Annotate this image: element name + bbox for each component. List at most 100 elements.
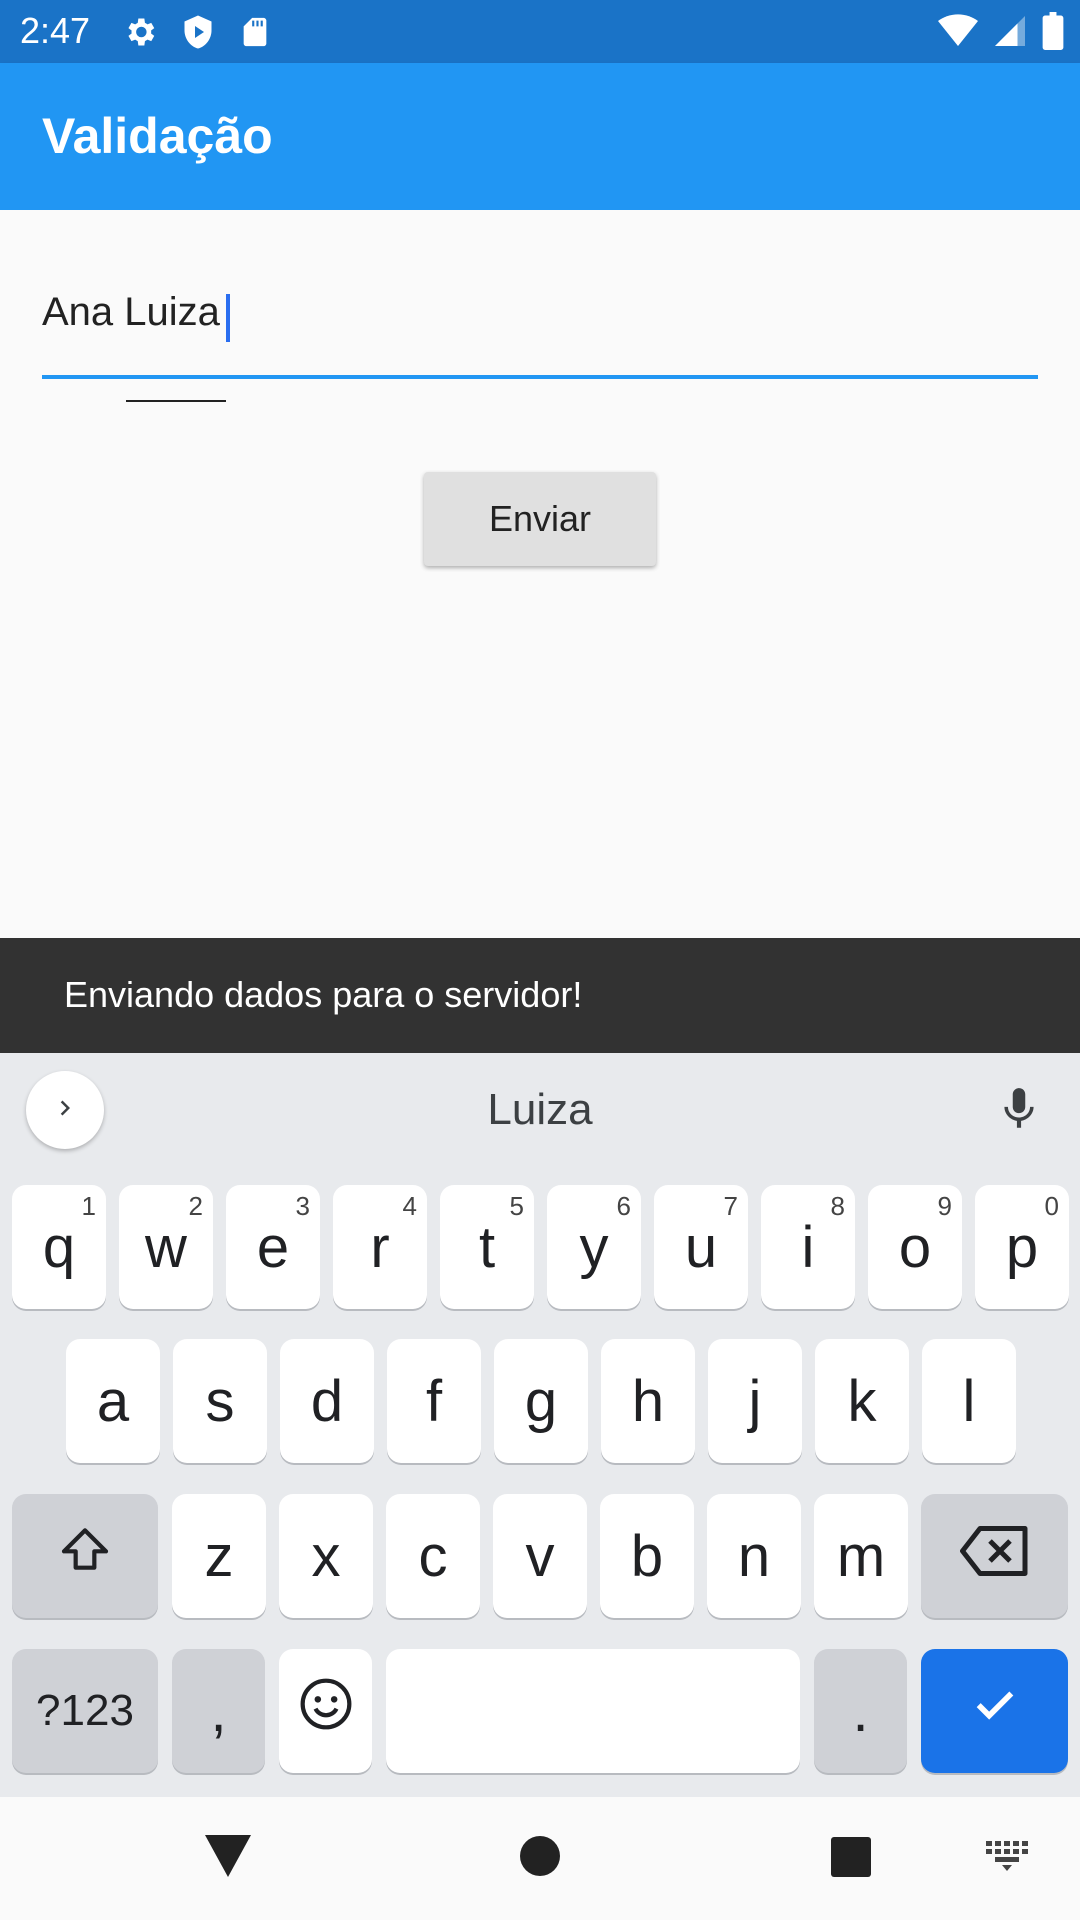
wifi-icon (938, 14, 978, 53)
period-key[interactable]: . (814, 1649, 907, 1773)
status-right-icons (938, 12, 1064, 55)
battery-icon (1042, 12, 1064, 55)
comma-key[interactable]: , (172, 1649, 265, 1773)
symbols-key[interactable]: ?123 (12, 1649, 158, 1773)
key-e-hint: 3 (295, 1191, 310, 1221)
key-d[interactable]: d (280, 1339, 374, 1463)
key-v[interactable]: v (493, 1494, 587, 1618)
key-w[interactable]: w2 (119, 1185, 213, 1309)
check-icon (967, 1676, 1023, 1746)
key-u-label: u (684, 1214, 718, 1280)
key-h-label: h (631, 1368, 665, 1434)
enter-key[interactable] (921, 1649, 1068, 1773)
chevron-right-icon (50, 1093, 80, 1128)
key-r[interactable]: r4 (333, 1185, 427, 1309)
key-q[interactable]: q1 (12, 1185, 106, 1309)
expand-toolbar-button[interactable] (26, 1071, 104, 1149)
key-w-hint: 2 (188, 1191, 203, 1221)
key-j[interactable]: j (708, 1339, 802, 1463)
key-h[interactable]: h (601, 1339, 695, 1463)
sd-card-icon (238, 14, 272, 55)
key-i-label: i (801, 1214, 815, 1280)
key-c-label: c (418, 1523, 448, 1589)
composing-underline (126, 400, 226, 402)
key-u[interactable]: u7 (654, 1185, 748, 1309)
key-y-label: y (579, 1214, 609, 1280)
soft-keyboard: Luiza q1w2e3r4t5y6u7i8o9p0asdfghjklzxcvb… (0, 1053, 1080, 1797)
navigation-bar (0, 1797, 1080, 1920)
key-z[interactable]: z (172, 1494, 266, 1618)
send-button[interactable]: Enviar (424, 472, 656, 566)
key-x[interactable]: x (279, 1494, 373, 1618)
snackbar-message: Enviando dados para o servidor! (64, 974, 583, 1015)
key-w-label: w (145, 1214, 187, 1280)
key-o[interactable]: o9 (868, 1185, 962, 1309)
key-o-label: o (898, 1214, 932, 1280)
key-i-hint: 8 (830, 1191, 845, 1221)
mic-icon[interactable] (994, 1081, 1044, 1142)
key-s-label: s (205, 1368, 235, 1434)
key-j-label: j (748, 1368, 762, 1434)
key-p-hint: 0 (1044, 1191, 1059, 1221)
key-p-label: p (1005, 1214, 1039, 1280)
recents-icon[interactable] (831, 1837, 871, 1882)
app-bar: Validação (0, 63, 1080, 210)
key-y[interactable]: y6 (547, 1185, 641, 1309)
key-u-hint: 7 (723, 1191, 738, 1221)
key-e[interactable]: e3 (226, 1185, 320, 1309)
key-b-label: b (630, 1523, 664, 1589)
input-underline (42, 375, 1038, 379)
key-z-label: z (204, 1523, 234, 1589)
emoji-icon (298, 1676, 354, 1746)
key-x-label: x (311, 1523, 341, 1589)
key-s[interactable]: s (173, 1339, 267, 1463)
key-p[interactable]: p0 (975, 1185, 1069, 1309)
key-n-label: n (737, 1523, 771, 1589)
key-k-label: k (847, 1368, 877, 1434)
key-f-label: f (425, 1368, 443, 1434)
key-a-label: a (96, 1368, 130, 1434)
key-y-hint: 6 (616, 1191, 631, 1221)
key-n[interactable]: n (707, 1494, 801, 1618)
form-area: Ana Luiza Enviar (0, 210, 1080, 938)
key-c[interactable]: c (386, 1494, 480, 1618)
key-g[interactable]: g (494, 1339, 588, 1463)
home-icon[interactable] (519, 1835, 561, 1882)
page-title: Validação (42, 108, 273, 164)
snackbar: Enviando dados para o servidor! (0, 938, 1080, 1053)
key-m[interactable]: m (814, 1494, 908, 1618)
suggestion-strip: Luiza (0, 1053, 1080, 1166)
key-t-hint: 5 (509, 1191, 524, 1221)
key-q-hint: 1 (81, 1191, 96, 1221)
key-r-hint: 4 (402, 1191, 417, 1221)
shield-play-icon (180, 14, 216, 55)
symbols-key-label: ?123 (36, 1686, 134, 1735)
emoji-key[interactable] (279, 1649, 372, 1773)
key-t[interactable]: t5 (440, 1185, 534, 1309)
key-k[interactable]: k (815, 1339, 909, 1463)
key-a[interactable]: a (66, 1339, 160, 1463)
period-key-label: . (852, 1678, 869, 1744)
key-g-label: g (524, 1368, 558, 1434)
space-key[interactable] (386, 1649, 800, 1773)
key-m-label: m (836, 1523, 886, 1589)
key-v-label: v (525, 1523, 555, 1589)
status-time: 2:47 (20, 10, 91, 51)
key-o-hint: 9 (937, 1191, 952, 1221)
comma-key-label: , (210, 1678, 227, 1744)
key-r-label: r (370, 1214, 390, 1280)
key-f[interactable]: f (387, 1339, 481, 1463)
shift-key[interactable] (12, 1494, 158, 1618)
key-l[interactable]: l (922, 1339, 1016, 1463)
back-icon[interactable] (205, 1835, 251, 1882)
keyboard-switch-icon[interactable] (986, 1841, 1030, 1876)
key-b[interactable]: b (600, 1494, 694, 1618)
text-cursor (226, 294, 230, 342)
key-i[interactable]: i8 (761, 1185, 855, 1309)
word-suggestion[interactable]: Luiza (340, 1085, 740, 1135)
name-input[interactable]: Ana Luiza (42, 280, 1038, 402)
backspace-key[interactable] (921, 1494, 1068, 1618)
status-bar: 2:47 (0, 0, 1080, 63)
shift-icon (55, 1521, 115, 1591)
backspace-icon (959, 1523, 1030, 1590)
